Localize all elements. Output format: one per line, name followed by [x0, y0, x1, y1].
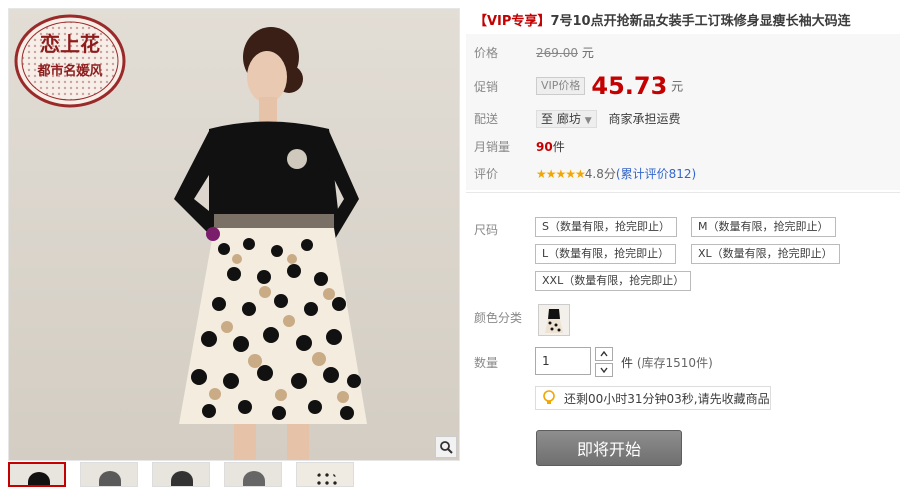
star-rating-icon: ★★★★★ — [536, 167, 586, 181]
reviews-link[interactable]: (累计评价812) — [616, 167, 696, 181]
region-selector[interactable]: 至 廊坊 ▼ — [536, 110, 597, 128]
region-name: 廊坊 — [556, 112, 581, 126]
stock-info: 件 (库存1510件) — [621, 354, 713, 371]
size-option-m[interactable]: M（数量有限，抢完即止） — [691, 217, 836, 237]
sales-unit: 件 — [552, 140, 565, 154]
sales-count: 90 — [536, 140, 553, 154]
product-image-gallery: 恋上花 都市名媛风 — [8, 8, 460, 461]
quantity-unit: 件 — [621, 356, 634, 370]
product-title: 【VIP专享】7号10点开抢新品女装手工订珠修身显瘦长袖大码连 — [474, 10, 898, 29]
chevron-up-icon — [600, 351, 608, 357]
title-text: 7号10点开抢新品女装手工订珠修身显瘦长袖大码连 — [550, 14, 851, 29]
promo-price-unit: 元 — [671, 79, 684, 94]
countdown-text: 还剩00小时31分钟03秒,请先收藏商品 — [564, 391, 770, 406]
list-price-label: 价格 — [474, 46, 499, 60]
svg-text:都市名媛风: 都市名媛风 — [36, 63, 102, 79]
rating-row: 评价 ★★★★★4.8分(累计评价812) — [474, 165, 696, 182]
size-option-xl[interactable]: XL（数量有限，抢完即止） — [691, 244, 840, 264]
list-price-unit: 元 — [581, 46, 594, 60]
chevron-down-icon — [600, 367, 608, 373]
svg-text:恋上花: 恋上花 — [40, 32, 100, 56]
thumbnail-2[interactable] — [80, 462, 138, 487]
sales-label: 月销量 — [474, 140, 511, 154]
promo-price-row: 促销 VIP价格 45.73 元 — [474, 72, 683, 100]
shipping-row: 配送 至 廊坊 ▼ 商家承担运费 — [474, 110, 680, 128]
thumbnail-4[interactable] — [224, 462, 282, 487]
list-price-value: 269.00 — [536, 46, 578, 60]
color-swatch[interactable] — [538, 304, 570, 336]
size-option-s[interactable]: S（数量有限，抢完即止） — [535, 217, 677, 237]
size-option-xxl[interactable]: XXL（数量有限，抢完即止） — [535, 271, 692, 291]
rating-score: 4.8分 — [584, 167, 616, 181]
brand-logo: 恋上花 都市名媛风 — [14, 13, 126, 109]
chevron-down-icon: ▼ — [584, 116, 592, 126]
magnifier-icon — [440, 441, 453, 454]
thumbnail-3[interactable] — [152, 462, 210, 487]
quantity-increase-button[interactable] — [595, 347, 613, 361]
promo-label: 促销 — [474, 79, 499, 94]
dress-thumbnail-icon — [545, 309, 563, 333]
stock-count: (库存1510件) — [636, 356, 713, 370]
shipping-label: 配送 — [474, 112, 499, 126]
list-price-row: 价格 269.00 元 — [474, 44, 594, 61]
promo-price-value: 45.73 — [591, 72, 668, 100]
region-prefix: 至 — [541, 112, 554, 126]
size-label: 尺码 — [474, 221, 536, 238]
size-option-l[interactable]: L（数量有限，抢完即止） — [535, 244, 677, 264]
thumbnail-1[interactable] — [8, 462, 66, 487]
thumbnail-strip — [8, 462, 354, 487]
thumbnail-5[interactable] — [296, 462, 354, 487]
quantity-decrease-button[interactable] — [595, 363, 613, 377]
shipping-note: 商家承担运费 — [608, 112, 681, 126]
coming-soon-button[interactable]: 即将开始 — [536, 430, 682, 466]
zoom-button[interactable] — [435, 436, 457, 458]
vip-price-badge: VIP价格 — [536, 77, 586, 95]
color-label-text: 颜色分类 — [474, 311, 523, 325]
quantity-label-text: 数量 — [474, 356, 499, 370]
sales-row: 月销量 90件 — [474, 138, 565, 155]
size-label-text: 尺码 — [474, 223, 499, 237]
color-label: 颜色分类 — [474, 309, 536, 326]
vip-tag: 【VIP专享】 — [474, 14, 551, 29]
quantity-label: 数量 — [474, 354, 536, 371]
rating-label: 评价 — [474, 167, 499, 181]
quantity-input[interactable]: 1 — [535, 347, 591, 375]
lightbulb-icon — [543, 390, 555, 404]
countdown-tip: 还剩00小时31分钟03秒,请先收藏商品 — [535, 386, 771, 410]
section-divider — [466, 192, 900, 193]
